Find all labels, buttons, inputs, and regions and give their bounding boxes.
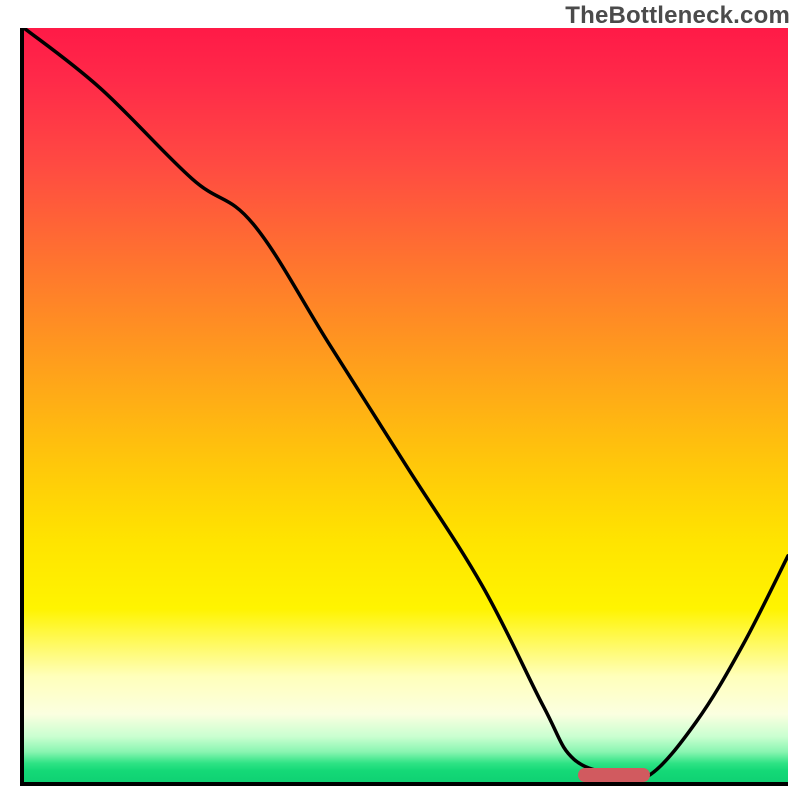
highlight-marker bbox=[578, 768, 651, 782]
watermark-text: TheBottleneck.com bbox=[565, 2, 790, 30]
line-series bbox=[24, 28, 788, 782]
plot-area bbox=[20, 28, 788, 786]
chart-frame: TheBottleneck.com bbox=[0, 0, 800, 800]
